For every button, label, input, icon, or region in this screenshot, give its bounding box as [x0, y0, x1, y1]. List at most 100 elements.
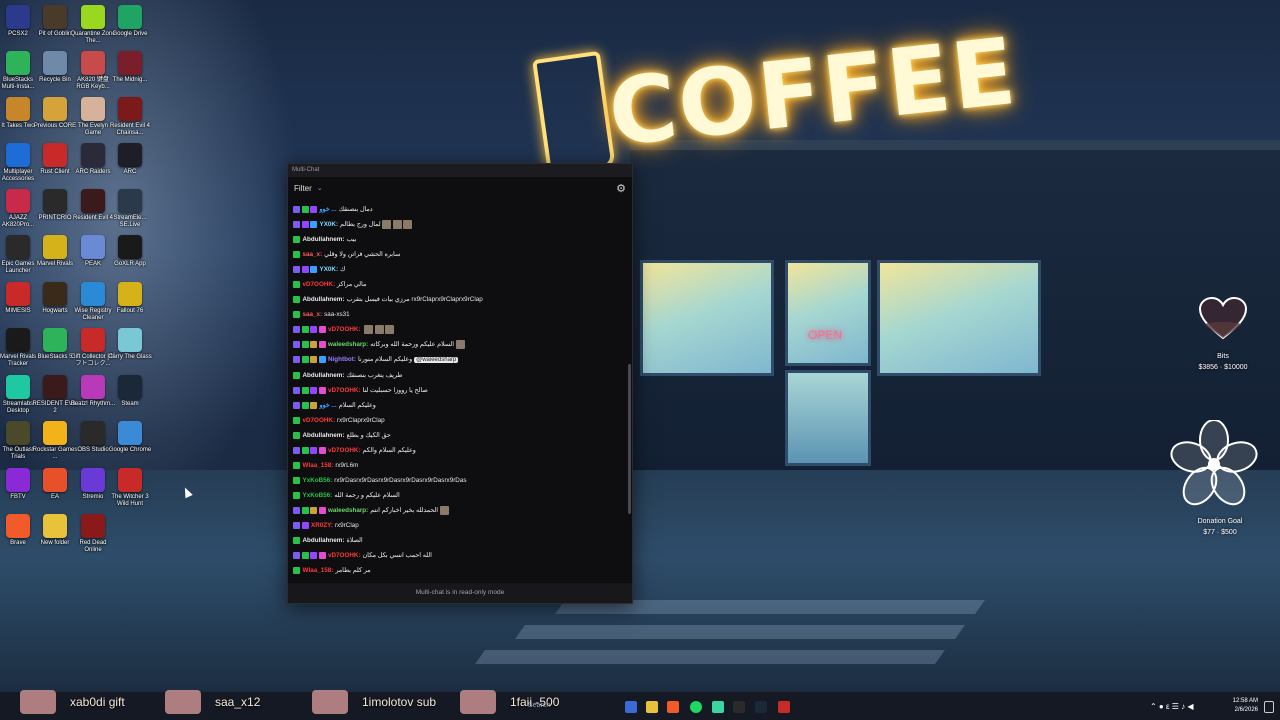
steam-icon[interactable] — [755, 701, 767, 713]
desktop-icon[interactable]: Google Drive — [107, 5, 153, 38]
chat-username[interactable]: saa_x: — [303, 251, 323, 258]
verified-badge-icon — [310, 266, 317, 274]
taskbar-search-input[interactable]: Search — [528, 702, 550, 709]
chat-username[interactable]: YX0K: — [320, 221, 339, 228]
desktop-icon[interactable]: Carry The Glass — [107, 328, 153, 361]
desktop-icon-label: The Witcher 3 Wild Hunt — [111, 494, 149, 507]
notification-bell-icon[interactable] — [1264, 701, 1274, 713]
chat-username[interactable]: vD7OOHK: — [328, 552, 361, 559]
desktop-icon-label: Google Drive — [112, 31, 148, 37]
tray-icons[interactable]: ⌃ ● ε ☰ ♪ ◀ — [1150, 702, 1194, 711]
desktop-icon[interactable]: Fallout 76 — [107, 282, 153, 315]
app-icon — [118, 143, 142, 167]
wallpaper-door — [785, 370, 871, 466]
chat-username[interactable]: vD7OOHK: — [328, 387, 361, 394]
file-explorer-icon[interactable] — [646, 701, 658, 713]
chat-username[interactable]: خوو ... — [320, 206, 337, 213]
vip-badge-icon — [318, 341, 326, 349]
chat-username[interactable]: vD7OOHK: — [303, 281, 336, 288]
mention-tag[interactable]: @waleedsharp — [414, 356, 459, 363]
kick-badge-icon — [301, 506, 309, 514]
app-icon — [43, 282, 67, 306]
chat-username[interactable]: Wlaa_158: — [303, 462, 334, 469]
chat-username[interactable]: Wlaa_158: — [303, 567, 334, 574]
chat-message-text: السلام عليكم ورحمة الله وبركاته — [370, 341, 455, 349]
chat-message-list[interactable]: خوو ... دمال بنصنقك YX0K: لمال ورج بطالم Abd… — [288, 202, 624, 577]
chat-username[interactable]: خوو ... — [320, 402, 337, 409]
chat-message-text: طريف يتغرب بنصنقك — [346, 371, 403, 379]
xbox-icon[interactable] — [733, 701, 745, 713]
chat-username[interactable]: Abdullahnem: — [303, 432, 345, 439]
chat-username[interactable]: Abdullahnem: — [303, 236, 345, 243]
chat-message: waleedsharp: الحمدلله بخير اخباركم انتم — [288, 503, 624, 518]
desktop-icon[interactable]: ARC — [107, 143, 153, 176]
chat-message: vD7OOHK: الله احمب انسي بكل مكان — [288, 548, 624, 563]
chat-username[interactable]: waleedsharp: — [328, 341, 368, 348]
app-icon — [43, 235, 67, 259]
desktop-icon-label: Steam — [121, 401, 139, 407]
filter-button[interactable]: Filter — [294, 184, 312, 193]
chat-username[interactable]: YX0K: — [320, 266, 339, 273]
app-icon — [118, 5, 142, 29]
founder-badge-icon — [310, 356, 317, 364]
desktop-icon[interactable]: Steam — [107, 375, 153, 408]
app-icon — [81, 514, 105, 538]
kick-badge-icon — [293, 236, 300, 244]
chat-message-text: السلام عليكم و رحمة الله — [334, 491, 400, 499]
app-icon — [118, 97, 142, 121]
vip-badge-icon — [318, 446, 326, 454]
chat-message-text: وعليكم السلام — [338, 401, 376, 409]
desktop-icon-label: Carry The Glass — [108, 354, 152, 360]
chat-scrollbar[interactable] — [628, 364, 631, 514]
chat-username[interactable]: vD7OOHK: — [303, 417, 336, 424]
chat-message-text: دمال بنصنقك — [338, 206, 373, 214]
mod-badge-icon — [293, 522, 300, 529]
chat-message: saa_x: سابره الحشي فراتن ولا وقلي — [288, 247, 624, 262]
desktop-icon[interactable]: StreamEle... SE.Live — [107, 189, 153, 229]
chat-username[interactable]: vD7OOHK: — [328, 447, 361, 454]
chat-username[interactable]: vD7OOHK: — [328, 326, 361, 333]
chat-username[interactable]: saa_x: — [303, 311, 323, 318]
app-icon — [43, 421, 67, 445]
app-icon — [6, 143, 30, 167]
clock-time[interactable]: 12:58 AM — [1222, 698, 1258, 704]
chat-message: vD7OOHK: وعليكم السلام والكم — [288, 443, 624, 458]
app-icon — [81, 421, 105, 445]
kick-badge-icon — [301, 552, 309, 560]
desktop-icon[interactable]: Red Dead Online — [70, 514, 116, 554]
desktop-icon[interactable]: The Midnig... — [107, 51, 153, 84]
app-icon — [118, 282, 142, 306]
spotify-icon[interactable] — [690, 701, 702, 713]
chat-username[interactable]: Abdullahnem: — [303, 296, 345, 303]
mod-badge-icon — [293, 386, 300, 394]
app-icon — [81, 375, 105, 399]
chevron-down-icon[interactable]: ⌄ — [317, 184, 323, 192]
chat-username[interactable]: Nightbot: — [328, 356, 356, 363]
chat-message-text: الله احمب انسي بكل مكان — [362, 552, 432, 560]
desktop-icon[interactable]: GoXLR App — [107, 235, 153, 268]
chat-username[interactable]: waleedsharp: — [328, 507, 368, 514]
desktop-icon[interactable]: Resident Evil 4 Chainsa... — [107, 97, 153, 137]
app-icon — [118, 235, 142, 259]
wallpaper-open-sign: OPEN — [808, 328, 843, 342]
clock-date[interactable]: 2/6/2026 — [1222, 707, 1258, 713]
chrome-icon[interactable] — [712, 701, 724, 713]
chat-username[interactable]: XR0ZY: — [311, 522, 333, 529]
subscriber-badge-icon — [301, 221, 309, 229]
multi-chat-window[interactable]: Multi-Chat Filter ⌄ ⚙ خوو ... دمال بنصنقك… — [287, 163, 633, 604]
kick-badge-icon — [301, 356, 309, 364]
discord-icon[interactable] — [625, 701, 637, 713]
chat-username[interactable]: Abdullahnem: — [303, 537, 345, 544]
subscriber-badge-icon — [310, 552, 317, 560]
chat-username[interactable]: YxKoB56: — [303, 477, 333, 484]
chat-username[interactable]: Abdullahnem: — [303, 372, 345, 379]
rockstar-icon[interactable] — [778, 701, 790, 713]
chat-username[interactable]: YxKoB56: — [303, 492, 333, 499]
desktop-icon[interactable]: The Witcher 3 Wild Hunt — [107, 468, 153, 508]
brave-icon[interactable] — [667, 701, 679, 713]
subscriber-badge-icon — [310, 206, 317, 214]
gear-icon[interactable]: ⚙ — [616, 182, 626, 195]
verified-badge-icon — [318, 356, 326, 364]
chat-message-text: rx9rL6m — [335, 461, 359, 469]
desktop-icon[interactable]: Google Chrome — [107, 421, 153, 454]
